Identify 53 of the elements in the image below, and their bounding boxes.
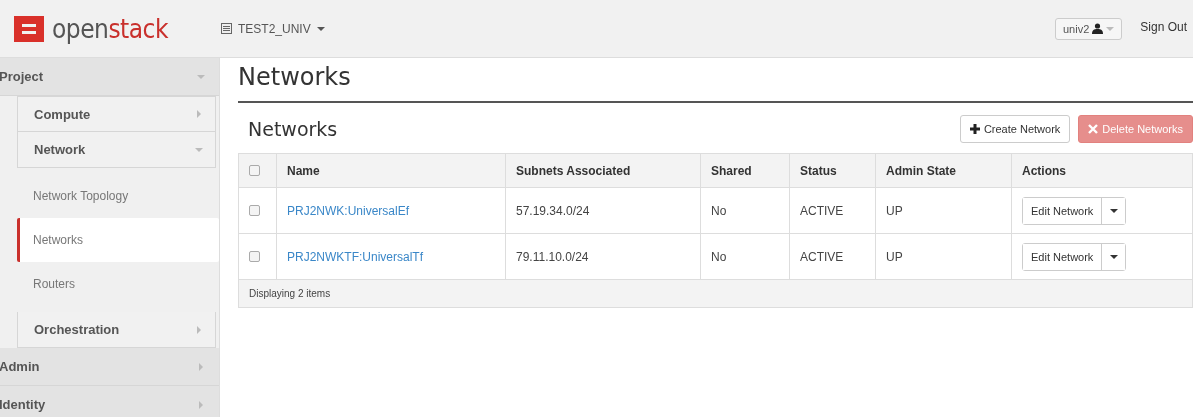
actions-dropdown-button[interactable] xyxy=(1101,197,1126,224)
caret-right-icon xyxy=(197,362,205,371)
column-header: Subnets Associated xyxy=(505,153,701,188)
close-icon xyxy=(1088,124,1099,134)
caret-down-icon xyxy=(1109,252,1118,261)
column-header: Admin State xyxy=(875,153,1012,188)
row-checkbox[interactable] xyxy=(249,205,260,216)
sidebar-link[interactable]: Networks xyxy=(17,218,219,262)
sidebar-link[interactable]: Network Topology xyxy=(0,174,219,218)
column-header: Status xyxy=(789,153,876,188)
row-checkbox[interactable] xyxy=(249,251,260,262)
caret-down-icon xyxy=(1106,24,1115,33)
table-cell: ACTIVE xyxy=(789,233,876,280)
caret-right-icon xyxy=(195,325,203,334)
network-link[interactable]: PRJ2NWK:UniversalEf xyxy=(287,203,410,218)
sidebar-dashboard[interactable]: Project xyxy=(0,58,219,96)
table-cell: 79.11.10.0/24 xyxy=(505,233,701,280)
logo-text: openstack xyxy=(52,13,168,44)
column-header: Name xyxy=(276,153,506,188)
table-footer: Displaying 2 items xyxy=(238,279,1193,308)
table-cell: UP xyxy=(875,233,1012,280)
user-menu[interactable]: univ2 xyxy=(1055,17,1123,40)
project-selector[interactable]: TEST2_UNIV xyxy=(221,21,325,36)
sidebar-panel[interactable]: Network xyxy=(17,132,216,168)
table-cell: No xyxy=(700,187,790,234)
sign-out-link[interactable]: Sign Out xyxy=(1140,20,1187,34)
actions-dropdown-button[interactable] xyxy=(1101,243,1126,270)
caret-right-icon xyxy=(195,110,203,118)
sidebar-link[interactable]: Routers xyxy=(0,262,219,306)
column-header: Shared xyxy=(700,153,790,188)
network-link[interactable]: PRJ2NWKTF:UniversalTf xyxy=(287,249,423,264)
caret-down-icon xyxy=(1109,206,1118,215)
sidebar-dashboard[interactable]: Identity xyxy=(0,386,219,417)
table-cell: No xyxy=(700,233,790,280)
sidebar-panel[interactable]: Compute xyxy=(17,96,216,132)
sidebar-dashboard[interactable]: Admin xyxy=(0,348,219,386)
plus-icon xyxy=(969,124,980,134)
page-title: Networks xyxy=(238,58,1193,103)
grid-icon xyxy=(221,23,232,34)
select-all-checkbox[interactable] xyxy=(249,165,260,176)
user-icon xyxy=(1092,23,1104,34)
sidebar-panel[interactable]: Orchestration xyxy=(17,312,216,348)
create-network-button[interactable]: Create Network xyxy=(959,115,1071,143)
caret-down-icon xyxy=(197,72,205,81)
logo-icon xyxy=(14,15,44,42)
table-cell: 57.19.34.0/24 xyxy=(505,187,701,234)
caret-right-icon xyxy=(197,400,205,409)
table-cell: UP xyxy=(875,187,1012,234)
caret-down-icon xyxy=(316,24,325,33)
column-header: Actions xyxy=(1011,153,1193,188)
table-title: Networks xyxy=(248,118,339,140)
table-cell: ACTIVE xyxy=(789,187,876,234)
caret-down-icon xyxy=(195,145,203,154)
